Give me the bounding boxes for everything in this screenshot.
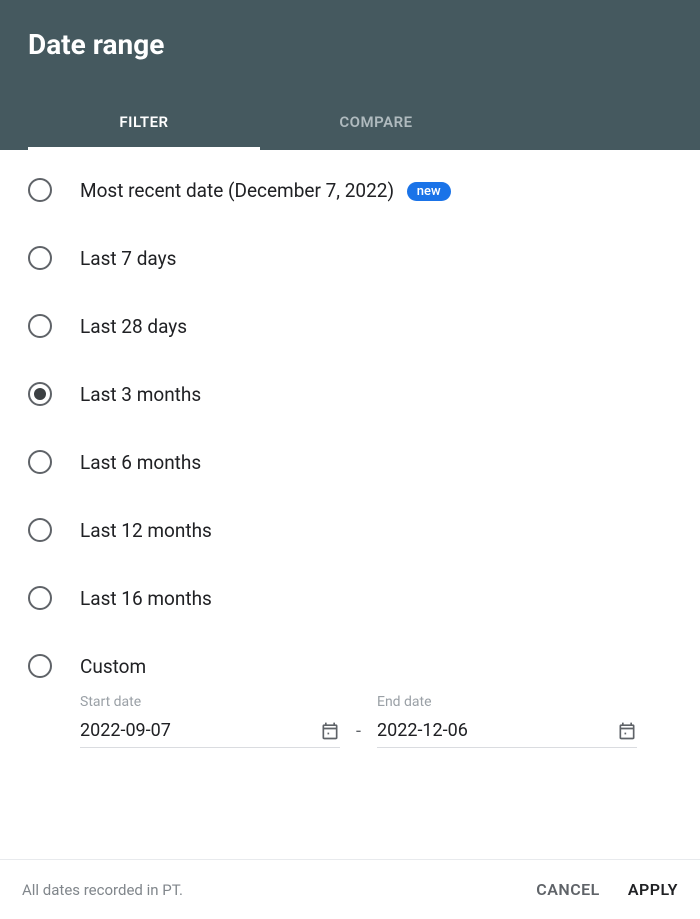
end-date-label: End date [377,694,637,710]
option-last-7-days[interactable]: Last 7 days [28,246,672,270]
radio-icon [28,314,52,338]
start-date-input[interactable]: 2022-09-07 [80,720,340,748]
option-label: Last 6 months [80,451,201,474]
option-custom[interactable]: Custom [28,654,672,678]
footer-actions: CANCEL APPLY [536,880,678,899]
option-last-3-months[interactable]: Last 3 months [28,382,672,406]
end-date-input[interactable]: 2022-12-06 [377,720,637,748]
tab-filter[interactable]: FILTER [28,97,260,150]
option-label: Custom [80,655,146,678]
dialog-title: Date range [28,28,672,61]
option-label: Most recent date (December 7, 2022) new [80,179,451,202]
option-label: Last 12 months [80,519,212,542]
end-date-value: 2022-12-06 [377,720,468,741]
radio-icon [28,246,52,270]
radio-icon [28,450,52,474]
timezone-note: All dates recorded in PT. [22,881,183,899]
radio-icon [28,178,52,202]
option-last-28-days[interactable]: Last 28 days [28,314,672,338]
option-label: Last 7 days [80,247,176,270]
custom-date-fields: Start date 2022-09-07 - End date 2022-12… [80,694,672,748]
calendar-icon [617,721,637,741]
start-date-field[interactable]: Start date 2022-09-07 [80,694,340,748]
radio-icon [28,518,52,542]
option-most-recent[interactable]: Most recent date (December 7, 2022) new [28,178,672,202]
date-separator: - [356,721,361,748]
tab-bar: FILTER COMPARE [28,97,672,150]
start-date-label: Start date [80,694,340,710]
radio-icon [28,654,52,678]
calendar-icon [320,721,340,741]
radio-icon [28,586,52,610]
end-date-field[interactable]: End date 2022-12-06 [377,694,637,748]
option-last-6-months[interactable]: Last 6 months [28,450,672,474]
option-last-16-months[interactable]: Last 16 months [28,586,672,610]
option-label: Last 3 months [80,383,201,406]
dialog-footer: All dates recorded in PT. CANCEL APPLY [0,859,700,919]
start-date-value: 2022-09-07 [80,720,171,741]
options-list: Most recent date (December 7, 2022) new … [0,150,700,859]
new-badge: new [407,182,451,201]
apply-button[interactable]: APPLY [628,880,678,899]
option-label: Last 28 days [80,315,187,338]
cancel-button[interactable]: CANCEL [536,880,600,899]
dialog-header: Date range FILTER COMPARE [0,0,700,150]
tab-compare[interactable]: COMPARE [260,97,492,150]
option-last-12-months[interactable]: Last 12 months [28,518,672,542]
radio-icon [28,382,52,406]
option-label: Last 16 months [80,587,212,610]
